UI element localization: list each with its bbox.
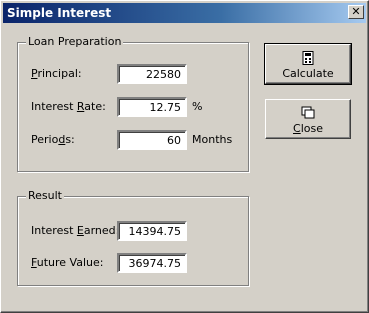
close-icon: ✕ — [351, 5, 361, 18]
calculate-button[interactable]: Calculate — [264, 43, 352, 85]
future-value-field[interactable]: 36974.75 — [117, 253, 187, 273]
close-windows-icon — [301, 106, 315, 119]
window-title: Simple Interest — [7, 6, 112, 20]
periods-unit: Months — [192, 133, 233, 146]
close-button[interactable]: Close — [265, 99, 351, 139]
future-value-label: Future Value: — [31, 256, 104, 269]
calculate-label: Calculate — [282, 67, 334, 80]
loan-preparation-title: Loan Preparation — [26, 35, 124, 48]
calculator-icon — [302, 51, 314, 65]
title-bar[interactable]: Simple Interest ✕ — [3, 3, 366, 23]
periods-label: Periods: — [31, 133, 75, 146]
interest-earned-label: Interest Earned: — [31, 224, 120, 237]
close-label: Close — [293, 122, 323, 135]
periods-field[interactable]: 60 — [117, 130, 187, 150]
interest-earned-field[interactable]: 14394.75 — [117, 221, 187, 241]
simple-interest-window: Simple Interest ✕ Loan Preparation Princ… — [0, 0, 369, 313]
title-close-button[interactable]: ✕ — [348, 5, 364, 19]
principal-field[interactable]: 22580 — [117, 64, 187, 84]
interest-rate-unit: % — [192, 100, 203, 113]
principal-label: Principal: — [31, 67, 82, 80]
result-title: Result — [26, 189, 64, 202]
interest-rate-label: Interest Rate: — [31, 100, 106, 113]
interest-rate-field[interactable]: 12.75 — [117, 97, 187, 117]
